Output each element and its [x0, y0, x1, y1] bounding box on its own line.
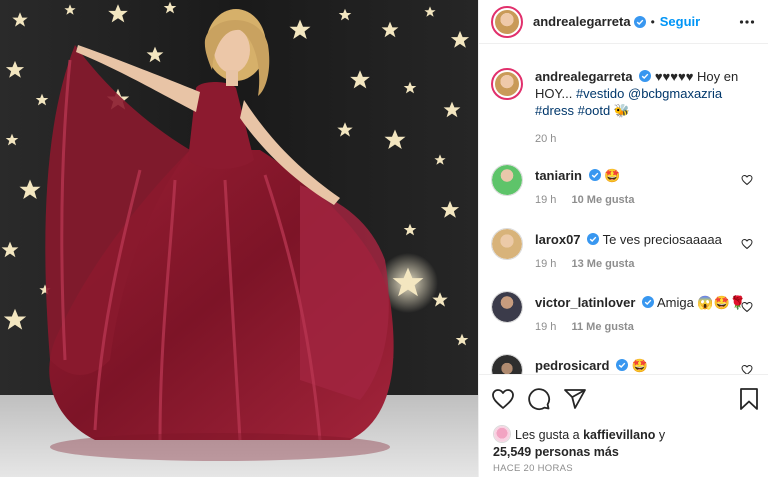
commenter-username[interactable]: pedrosicard	[535, 358, 609, 373]
likes-count[interactable]: 25,549 personas más	[493, 445, 619, 459]
commenter-avatar[interactable]	[491, 291, 523, 323]
caption-time[interactable]: 20 h	[535, 133, 556, 145]
caption-avatar[interactable]	[491, 68, 523, 100]
verified-icon	[633, 15, 646, 28]
commenter-username[interactable]: taniarin	[535, 168, 582, 183]
heart-icon[interactable]	[741, 174, 753, 186]
commenter-avatar[interactable]	[491, 164, 523, 196]
comment-item: larox07 Te ves preciosaaaaa 19 h 13 Me g…	[491, 228, 759, 270]
commenter-username[interactable]: victor_latinlover	[535, 295, 635, 310]
author-username[interactable]: andrealegarreta	[533, 14, 631, 29]
comments-list[interactable]: andrealegarreta ♥♥♥♥♥ Hoy en HOY... #ves…	[479, 56, 768, 374]
caption-emoji: 🐝	[613, 103, 631, 118]
hashtag-link[interactable]: #dress	[535, 103, 574, 118]
post-header: andrealegarreta • Seguir	[479, 0, 768, 44]
liker-avatar[interactable]	[493, 425, 511, 443]
likes-joiner: y	[655, 428, 666, 442]
heart-icon[interactable]	[491, 387, 515, 411]
comment-time[interactable]: 19 h	[535, 321, 556, 333]
heart-icon[interactable]	[741, 301, 753, 313]
share-icon[interactable]	[563, 387, 587, 411]
verified-icon	[642, 296, 655, 308]
commenter-avatar[interactable]	[491, 228, 523, 260]
caption: andrealegarreta ♥♥♥♥♥ Hoy en HOY... #ves…	[491, 68, 759, 148]
comment-icon[interactable]	[527, 387, 551, 411]
verified-icon	[639, 70, 652, 82]
comment-item: victor_latinlover Amiga 😱🤩🌹 19 h 11 Me g…	[491, 291, 759, 333]
heart-icon[interactable]	[741, 364, 753, 374]
mention-link[interactable]: @bcbgmaxazria	[628, 86, 722, 101]
comment-likes[interactable]: 10 Me gusta	[571, 194, 634, 206]
post-side-panel: andrealegarreta • Seguir andrealegarreta	[478, 0, 768, 477]
post-photo[interactable]	[0, 0, 478, 477]
bookmark-icon[interactable]	[737, 387, 761, 411]
heart-icon[interactable]	[741, 238, 753, 250]
comment-likes[interactable]: 13 Me gusta	[571, 258, 634, 270]
verified-icon	[588, 169, 601, 181]
comment-item: taniarin 🤩 19 h 10 Me gusta	[491, 164, 759, 206]
comment-time[interactable]: 19 h	[535, 258, 556, 270]
caption-username[interactable]: andrealegarreta	[535, 69, 633, 84]
hashtag-link[interactable]: #vestido	[576, 86, 624, 101]
likes-summary: Les gusta a kaffievillano y 25,549 perso…	[493, 425, 753, 461]
verified-icon	[587, 233, 600, 245]
commenter-avatar[interactable]	[491, 354, 523, 374]
hashtag-link[interactable]: #ootd	[578, 103, 611, 118]
comment-text: Amiga 😱🤩🌹	[656, 295, 746, 310]
comment-text: Te ves preciosaaaaa	[602, 232, 722, 247]
post-timestamp[interactable]: HACE 20 HORAS	[493, 463, 573, 474]
separator-dot: •	[650, 14, 655, 29]
comment-time[interactable]: 19 h	[535, 194, 556, 206]
comment-item: pedrosicard 🤩	[491, 354, 759, 374]
liker-username[interactable]: kaffievillano	[583, 428, 655, 442]
likes-prefix: Les gusta a	[515, 428, 584, 442]
author-avatar[interactable]	[491, 5, 523, 38]
commenter-username[interactable]: larox07	[535, 232, 581, 247]
photo-illustration	[0, 0, 478, 477]
verified-icon	[616, 359, 629, 371]
comment-text: 🤩	[631, 358, 648, 373]
follow-button[interactable]: Seguir	[660, 14, 700, 29]
comment-text: 🤩	[604, 168, 621, 183]
post-actions: Les gusta a kaffievillano y 25,549 perso…	[479, 374, 768, 477]
comment-likes[interactable]: 11 Me gusta	[571, 321, 633, 333]
more-icon[interactable]	[739, 14, 755, 30]
